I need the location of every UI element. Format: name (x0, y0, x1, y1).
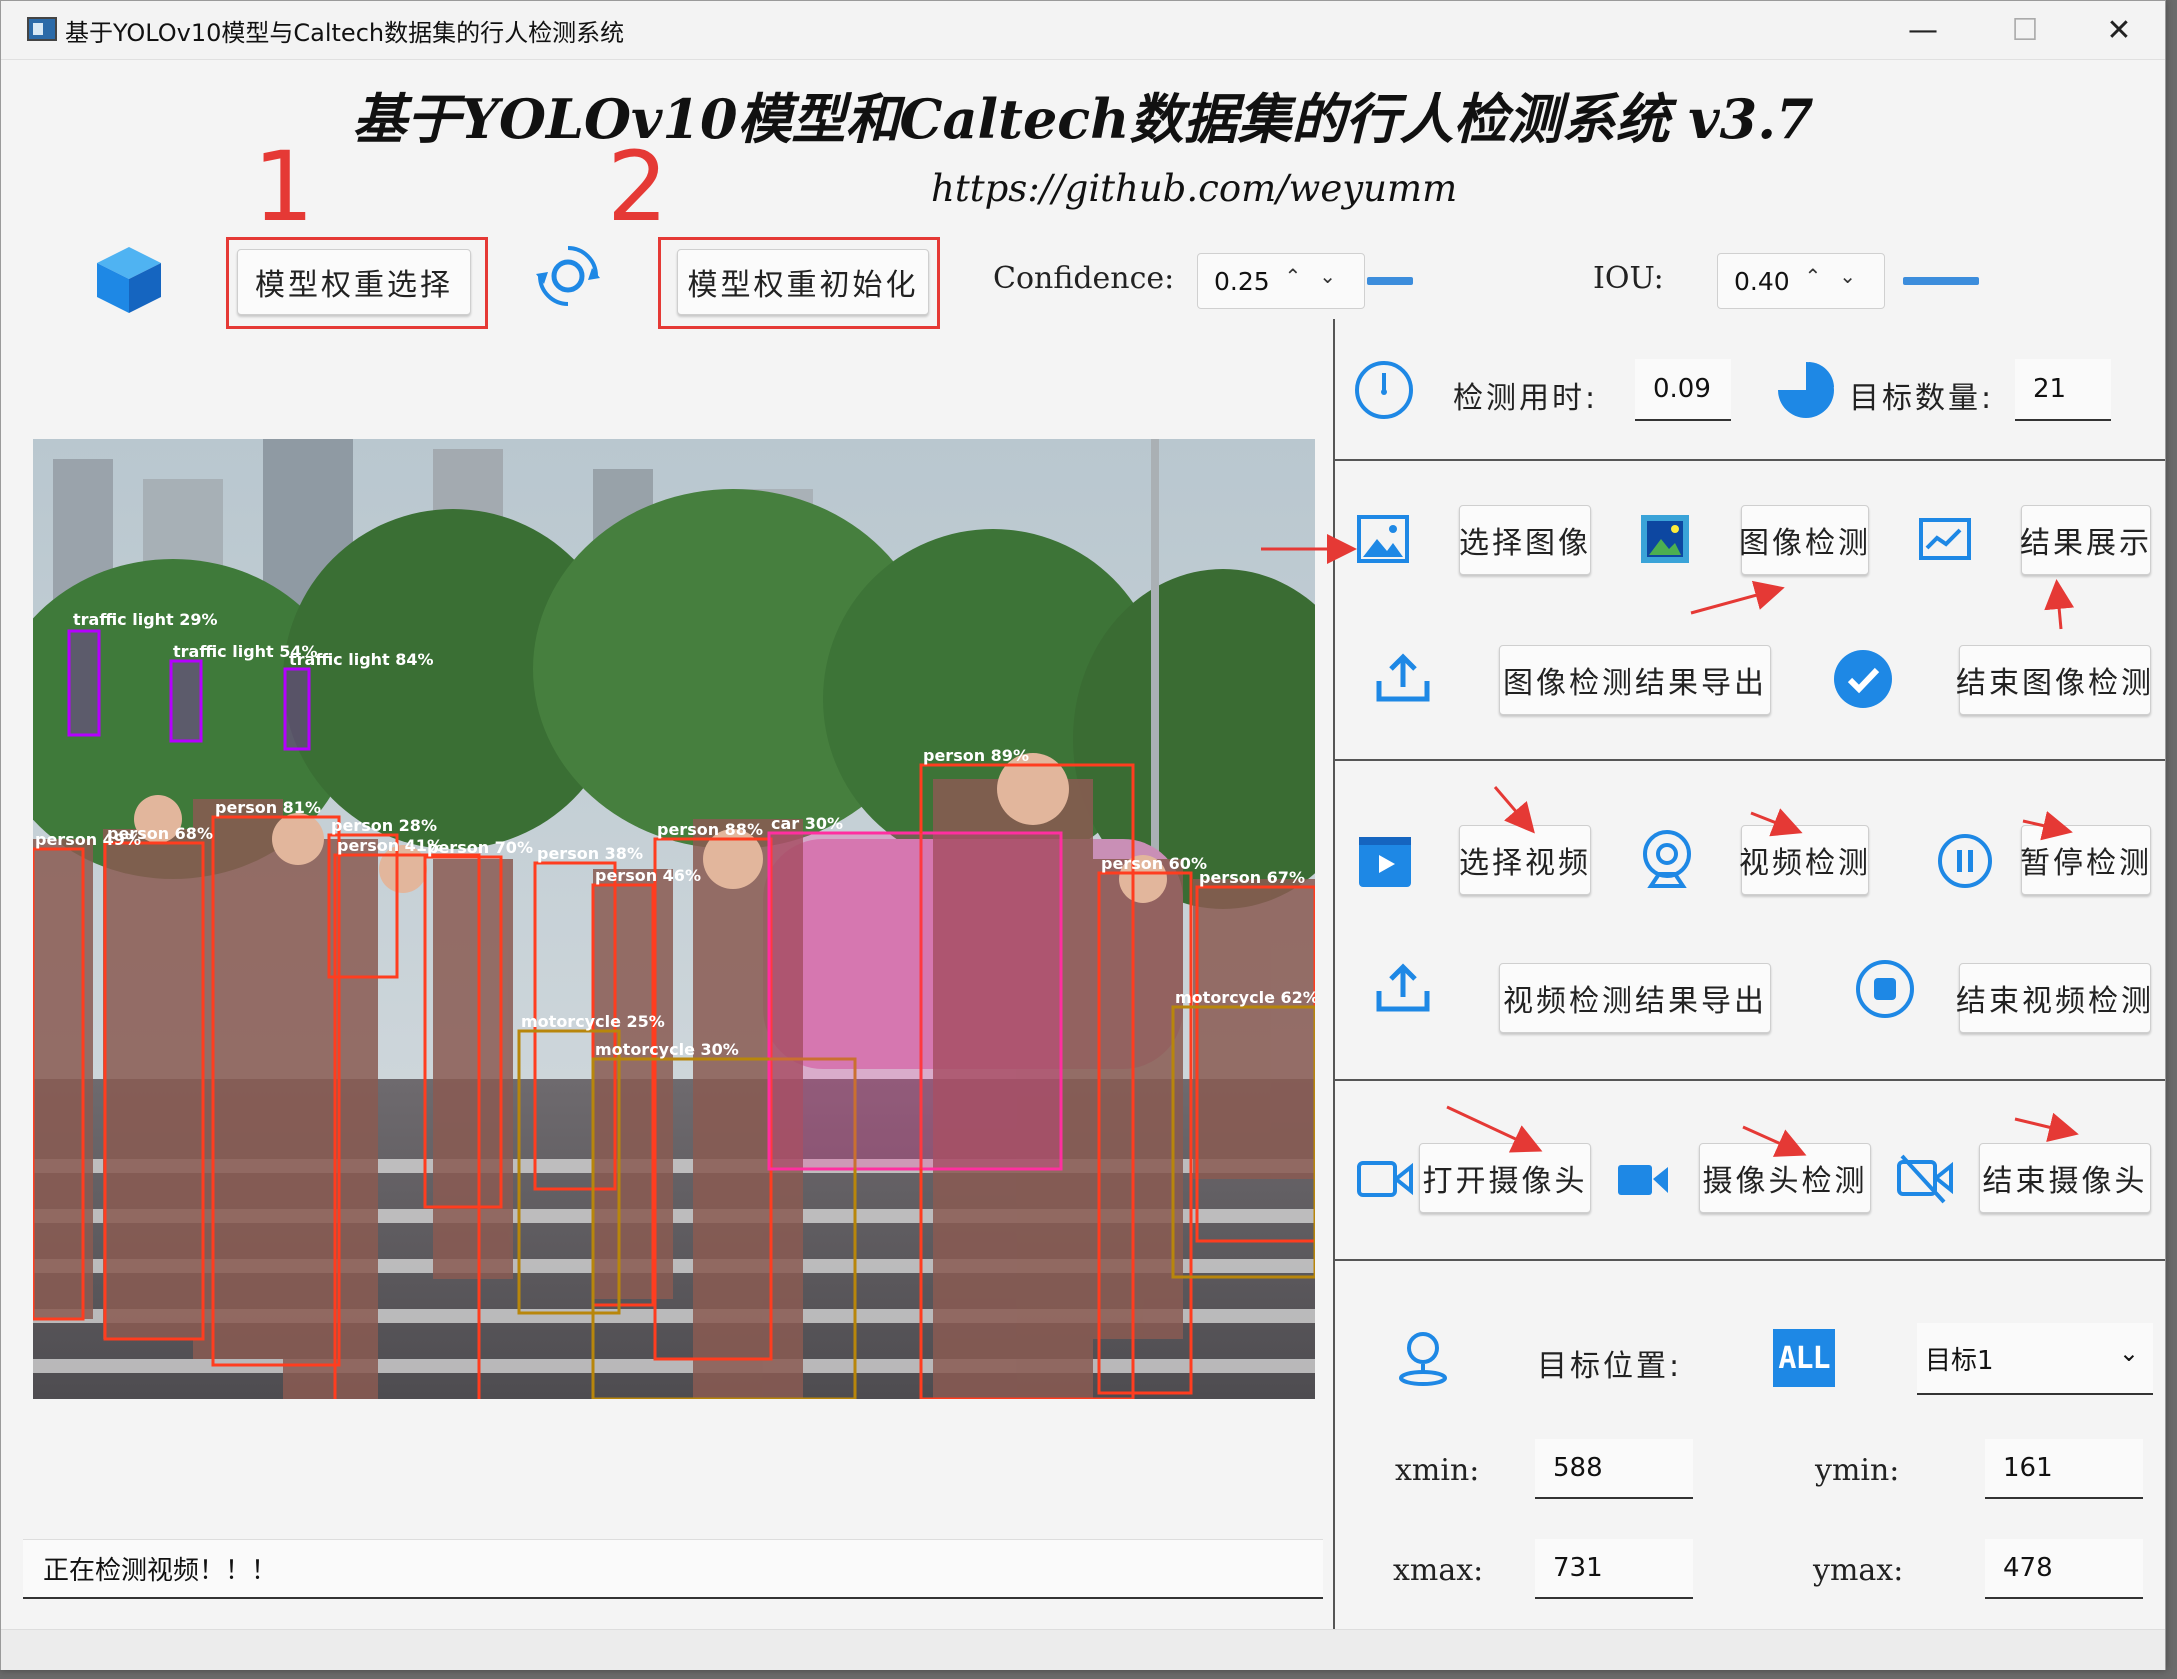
section-divider (1335, 1259, 2165, 1261)
detection-label: person 88% (657, 820, 763, 839)
spin-arrows-icon[interactable]: ⌃⌄ (1804, 264, 1874, 288)
detect-time-value: 0.09 (1635, 359, 1731, 421)
ymax-label: ymax: (1813, 1553, 1904, 1588)
detection-label: traffic light 29% (73, 610, 218, 629)
ymin-label: ymin: (1815, 1453, 1900, 1488)
detection-image-view: traffic light 29% traffic light 54% traf… (33, 439, 1315, 1399)
target-select-value: 目标1 (1925, 1345, 1994, 1376)
all-badge-icon: ALL (1773, 1329, 1835, 1387)
pie-chart-icon (1773, 357, 1839, 423)
target-count-label: 目标数量: (1849, 381, 1995, 416)
ymax-field: 478 (1985, 1539, 2143, 1599)
confidence-value: 0.25 (1214, 266, 1270, 296)
location-pin-icon (1393, 1327, 1453, 1389)
chevron-down-icon: ⌄ (2118, 1339, 2139, 1367)
annotation-arrows (1261, 534, 2079, 1157)
page-title: 基于YOLOv10模型和Caltech数据集的行人检测系统 v3.7 (352, 87, 1814, 151)
detection-label: person 70% (427, 838, 533, 857)
minimize-button[interactable]: — (1877, 5, 1969, 55)
refresh-icon[interactable] (533, 241, 603, 311)
detection-label: person 28% (331, 816, 437, 835)
step-1-annotation: 1 (253, 131, 315, 243)
step-2-annotation: 2 (607, 131, 669, 243)
target-position-label: 目标位置: (1537, 1349, 1683, 1384)
ymin-field: 161 (1985, 1439, 2143, 1499)
detection-label: person 68% (107, 824, 213, 843)
confidence-slider[interactable] (1367, 277, 1413, 285)
detection-label: motorcycle 30% (595, 1040, 739, 1059)
xmin-field: 588 (1535, 1439, 1693, 1499)
detection-label: person 46% (595, 866, 701, 885)
section-divider (1335, 459, 2165, 461)
detection-label: person 38% (537, 844, 643, 863)
app-window: 基于YOLOv10模型与Caltech数据集的行人检测系统 — ☐ ✕ 基于YO… (0, 0, 2166, 1670)
title-bar: 基于YOLOv10模型与Caltech数据集的行人检测系统 — ☐ ✕ (1, 1, 2165, 60)
confidence-label: Confidence: (993, 261, 1175, 296)
maximize-button[interactable]: ☐ (1979, 5, 2071, 55)
xmax-field: 731 (1535, 1539, 1693, 1599)
model-cube-icon (91, 241, 167, 317)
spin-arrows-icon[interactable]: ⌃⌄ (1284, 264, 1354, 288)
detection-label: traffic light 84% (289, 650, 434, 669)
iou-spinbox[interactable]: 0.40 ⌃⌄ (1717, 253, 1885, 309)
detection-label: person 81% (215, 798, 321, 817)
confidence-spinbox[interactable]: 0.25 ⌃⌄ (1197, 253, 1365, 309)
detection-label: car 30% (771, 814, 843, 833)
app-icon (27, 17, 57, 41)
iou-value: 0.40 (1734, 266, 1790, 296)
bottom-bar (1, 1629, 2165, 1670)
model-weight-init-button[interactable]: 模型权重初始化 (677, 249, 929, 315)
model-weight-select-button[interactable]: 模型权重选择 (237, 249, 471, 315)
iou-label: IOU: (1593, 261, 1664, 296)
target-count-value: 21 (2015, 359, 2111, 421)
detection-label: person 89% (923, 746, 1029, 765)
detection-scene: traffic light 29% traffic light 54% traf… (33, 439, 1315, 1399)
close-button[interactable]: ✕ (2073, 5, 2165, 55)
detect-time-label: 检测用时: (1453, 381, 1599, 416)
status-bar: 正在检测视频！！！ (23, 1539, 1323, 1599)
iou-slider[interactable] (1903, 277, 1979, 285)
window-title: 基于YOLOv10模型与Caltech数据集的行人检测系统 (65, 19, 625, 47)
target-select-dropdown[interactable]: 目标1 ⌄ (1917, 1323, 2153, 1395)
github-url: https://github.com/weyumm (931, 167, 1458, 210)
detection-label: person 60% (1101, 854, 1207, 873)
xmin-label: xmin: (1395, 1453, 1480, 1488)
timer-icon (1351, 357, 1417, 423)
xmax-label: xmax: (1393, 1553, 1484, 1588)
detection-label: motorcycle 25% (521, 1012, 665, 1031)
